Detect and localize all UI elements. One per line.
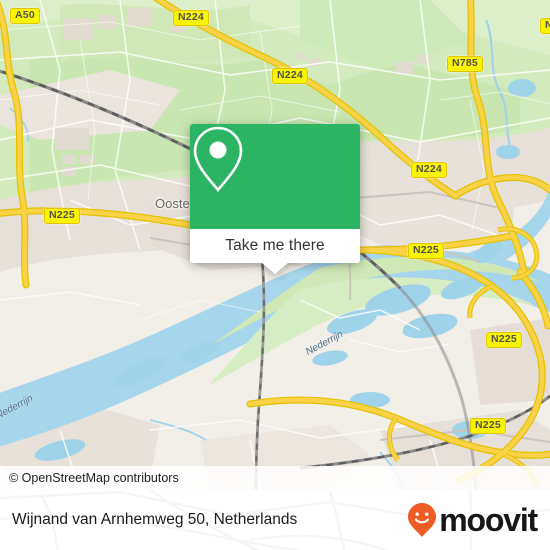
road-shield: N225: [470, 418, 506, 434]
map-canvas[interactable]: A50 N224 N224 N785 N224 N225 N225 N225 N…: [0, 0, 550, 490]
footer-bar: Wijnand van Arnhemweg 50, Netherlands mo…: [0, 490, 550, 550]
take-me-there-label: Take me there: [225, 237, 325, 254]
moovit-wordmark: moovit: [439, 502, 538, 538]
road-shield: N224: [173, 10, 209, 26]
place-label: Ooste: [155, 196, 190, 211]
location-callout-card[interactable]: Take me there: [190, 124, 360, 274]
moovit-smiley-pin-icon: [408, 503, 437, 537]
callout-pin-panel: [190, 124, 360, 229]
road-shield: N225: [44, 208, 80, 224]
road-shield: N224: [411, 162, 447, 178]
callout-pointer: [262, 263, 288, 274]
osm-attribution-text: © OpenStreetMap contributors: [9, 471, 179, 485]
road-shield: N225: [486, 332, 522, 348]
map-screenshot: A50 N224 N224 N785 N224 N225 N225 N225 N…: [0, 0, 550, 550]
location-pin-icon: [193, 126, 243, 193]
road-shield: N225: [408, 243, 444, 259]
road-shield: N785: [447, 56, 483, 72]
map-attribution-bar: © OpenStreetMap contributors: [0, 466, 550, 490]
callout-action-bar[interactable]: Take me there: [190, 229, 360, 263]
road-shield: N224: [272, 68, 308, 84]
road-shield: N: [540, 18, 550, 34]
road-shield: A50: [10, 8, 40, 24]
moovit-brand[interactable]: moovit: [407, 502, 550, 538]
location-title: Wijnand van Arnhemweg 50, Netherlands: [12, 511, 298, 528]
